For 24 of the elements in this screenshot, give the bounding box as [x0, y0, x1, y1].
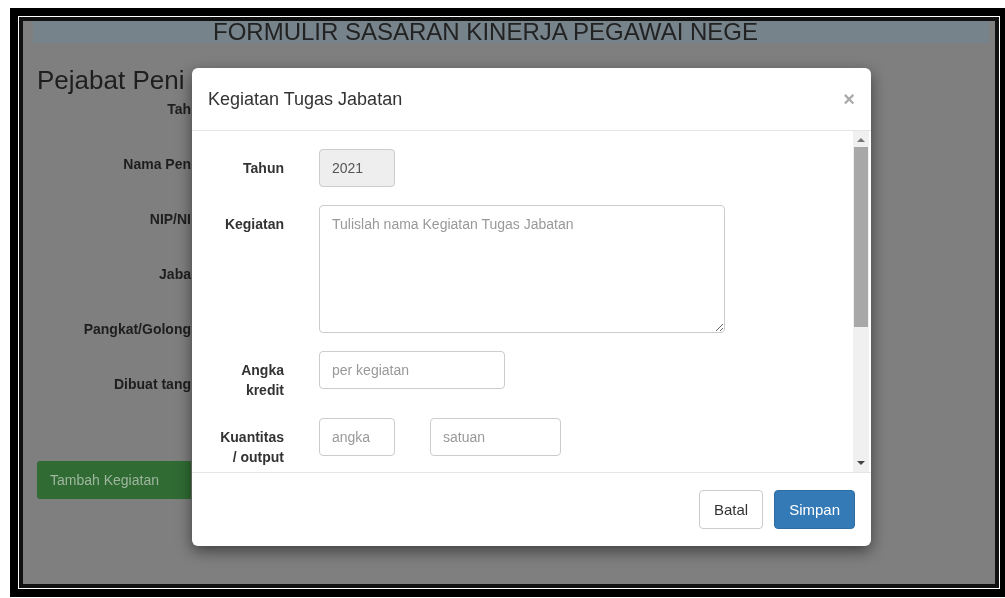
scrollbar[interactable]	[853, 131, 869, 472]
text-field[interactable]: per kegiatan	[319, 351, 505, 389]
close-button[interactable]: ×	[843, 87, 855, 111]
scroll-down-icon[interactable]	[857, 460, 865, 466]
field-label: Kuantitas / output	[219, 428, 284, 467]
text-field[interactable]: angka	[319, 418, 395, 456]
form-label: Jaba	[159, 265, 191, 283]
scroll-up-icon[interactable]	[857, 137, 865, 143]
page-heading: FORMULIR SASARAN KINERJA PEGAWAI NEGE	[33, 21, 989, 43]
field-label: Angka kredit	[240, 361, 284, 400]
text-field[interactable]: satuan	[430, 418, 561, 456]
section-title: Pejabat Peni	[37, 65, 186, 96]
text-area[interactable]: Tulislah nama Kegiatan Tugas Jabatan	[319, 205, 725, 333]
form-label: Nama Pen	[123, 155, 191, 173]
modal-title: Kegiatan Tugas Jabatan	[208, 88, 403, 110]
save-button[interactable]: Simpan	[774, 490, 855, 529]
form-label: Tah	[167, 100, 191, 118]
form-label: Pangkat/Golong	[83, 320, 191, 338]
form-label: NIP/NI	[149, 210, 191, 228]
form-label: Dibuat tang	[114, 375, 191, 393]
field-label: Kegiatan	[223, 215, 284, 234]
cancel-button[interactable]: Batal	[698, 490, 764, 529]
add-activity-button[interactable]: Tambah Kegiatan	[37, 461, 191, 499]
field-label: Tahun	[242, 159, 284, 178]
